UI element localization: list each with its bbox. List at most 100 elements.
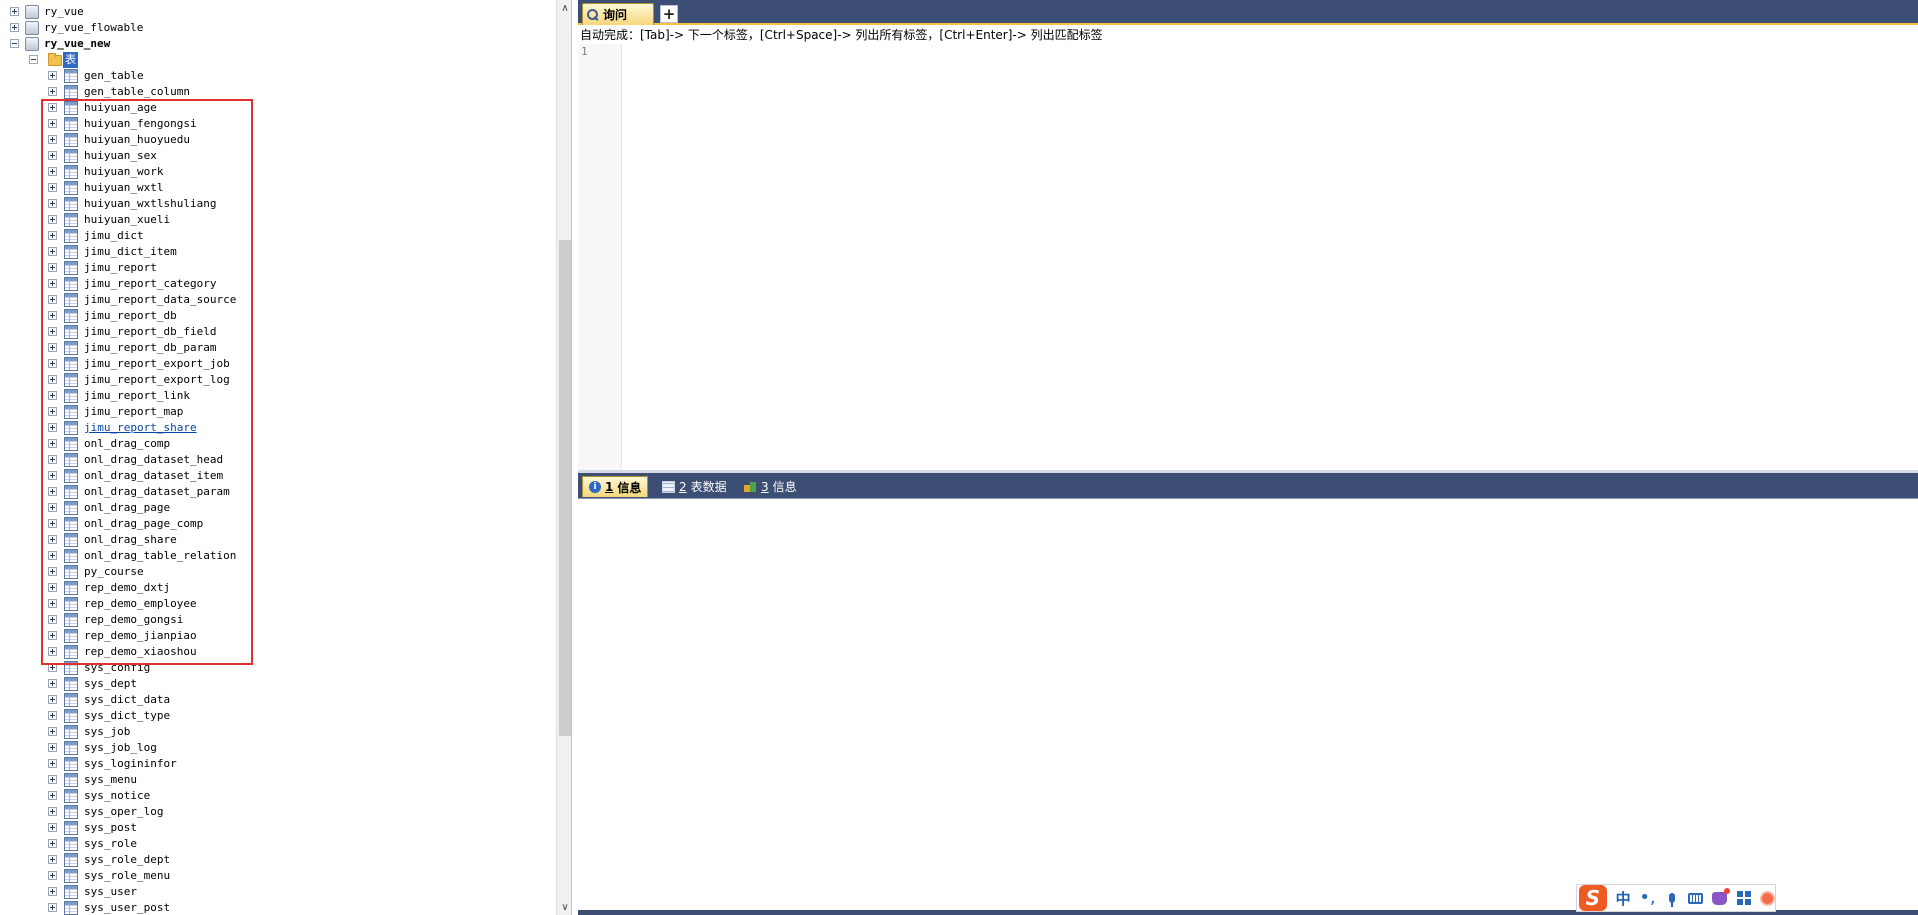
tree-table-item[interactable]: jimu_report_db_param [0, 340, 556, 356]
expand-icon[interactable] [48, 487, 57, 496]
collapse-icon[interactable] [29, 55, 38, 64]
expand-icon[interactable] [48, 567, 57, 576]
tab-query[interactable]: 询问 [582, 3, 654, 25]
tree-table-item[interactable]: huiyuan_wxtl [0, 180, 556, 196]
expand-icon[interactable] [48, 135, 57, 144]
tree-table-item[interactable]: sys_role [0, 836, 556, 852]
tree-table-item[interactable]: huiyuan_wxtlshuliang [0, 196, 556, 212]
sogou-logo-icon[interactable]: S [1579, 885, 1607, 911]
expand-icon[interactable] [48, 823, 57, 832]
tree-table-item[interactable]: onl_drag_table_relation [0, 548, 556, 564]
tree-table-item[interactable]: huiyuan_xueli [0, 212, 556, 228]
tree-table-item[interactable]: jimu_report_export_log [0, 372, 556, 388]
expand-icon[interactable] [48, 439, 57, 448]
sql-code-area[interactable] [623, 44, 1918, 470]
toolbox-grid-icon[interactable] [1736, 890, 1751, 906]
expand-icon[interactable] [48, 167, 57, 176]
expand-icon[interactable] [48, 695, 57, 704]
expand-icon[interactable] [48, 679, 57, 688]
expand-icon[interactable] [48, 71, 57, 80]
expand-icon[interactable] [48, 903, 57, 912]
expand-icon[interactable] [48, 215, 57, 224]
expand-icon[interactable] [48, 151, 57, 160]
expand-icon[interactable] [10, 23, 19, 32]
tree-table-item[interactable]: sys_dict_data [0, 692, 556, 708]
expand-icon[interactable] [48, 615, 57, 624]
tab-info-3[interactable]: 3 信息 [738, 476, 803, 497]
expand-icon[interactable] [48, 311, 57, 320]
expand-icon[interactable] [48, 455, 57, 464]
add-tab-button[interactable]: + [660, 5, 678, 23]
expand-icon[interactable] [48, 551, 57, 560]
tree-table-item[interactable]: rep_demo_gongsi [0, 612, 556, 628]
expand-icon[interactable] [48, 119, 57, 128]
emoji-face-icon[interactable] [1760, 890, 1775, 906]
tree-vertical-scrollbar[interactable]: ∧ ∨ [556, 0, 571, 915]
tree-table-item[interactable]: sys_dept [0, 676, 556, 692]
expand-icon[interactable] [48, 807, 57, 816]
tree-table-item[interactable]: sys_user_post [0, 900, 556, 915]
expand-icon[interactable] [48, 423, 57, 432]
tree-table-item[interactable]: jimu_report_category [0, 276, 556, 292]
tree-table-item[interactable]: sys_role_dept [0, 852, 556, 868]
expand-icon[interactable] [48, 295, 57, 304]
tree-table-item[interactable]: jimu_report_db [0, 308, 556, 324]
expand-icon[interactable] [48, 263, 57, 272]
expand-icon[interactable] [10, 7, 19, 16]
expand-icon[interactable] [48, 855, 57, 864]
tree-table-item[interactable]: rep_demo_jianpiao [0, 628, 556, 644]
tree-table-item[interactable]: jimu_report_map [0, 404, 556, 420]
tree-table-item[interactable]: jimu_dict [0, 228, 556, 244]
tree-table-item[interactable]: sys_user [0, 884, 556, 900]
tab-info-1[interactable]: i 1 信息 [582, 476, 649, 497]
keyboard-icon[interactable] [1688, 890, 1704, 906]
tree-table-item[interactable]: jimu_report_share [0, 420, 556, 436]
tree-table-item[interactable]: sys_oper_log [0, 804, 556, 820]
tree-table-item[interactable]: huiyuan_work [0, 164, 556, 180]
expand-icon[interactable] [48, 471, 57, 480]
tree-table-item[interactable]: jimu_dict_item [0, 244, 556, 260]
expand-icon[interactable] [48, 359, 57, 368]
tree-table-item[interactable]: jimu_report_export_job [0, 356, 556, 372]
expand-icon[interactable] [48, 247, 57, 256]
tree-table-item[interactable]: onl_drag_dataset_param [0, 484, 556, 500]
expand-icon[interactable] [48, 231, 57, 240]
expand-icon[interactable] [48, 391, 57, 400]
tree-database[interactable]: ry_vue_flowable [0, 20, 556, 36]
scroll-down-arrow-icon[interactable]: ∨ [557, 899, 571, 915]
tree-database[interactable]: ry_vue_new [0, 36, 556, 52]
tab-table-data[interactable]: 2 表数据 [656, 476, 733, 497]
expand-icon[interactable] [48, 887, 57, 896]
expand-icon[interactable] [48, 199, 57, 208]
tree-table-item[interactable]: sys_post [0, 820, 556, 836]
tree-table-item[interactable]: jimu_report [0, 260, 556, 276]
expand-icon[interactable] [48, 647, 57, 656]
expand-icon[interactable] [48, 583, 57, 592]
tree-table-item[interactable]: sys_dict_type [0, 708, 556, 724]
tree-table-item[interactable]: jimu_report_db_field [0, 324, 556, 340]
expand-icon[interactable] [48, 599, 57, 608]
tree-table-item[interactable]: onl_drag_comp [0, 436, 556, 452]
tree-table-item[interactable]: sys_role_menu [0, 868, 556, 884]
tree-table-item[interactable]: huiyuan_fengongsi [0, 116, 556, 132]
expand-icon[interactable] [48, 775, 57, 784]
expand-icon[interactable] [48, 711, 57, 720]
tree-table-item[interactable]: py_course [0, 564, 556, 580]
collapse-icon[interactable] [10, 39, 19, 48]
ime-language-toggle[interactable]: 中 [1616, 888, 1631, 909]
microphone-icon[interactable] [1665, 890, 1680, 907]
tree-table-item[interactable]: jimu_report_data_source [0, 292, 556, 308]
tree-database[interactable]: ry_vue [0, 4, 556, 20]
tree-table-item[interactable]: onl_drag_dataset_head [0, 452, 556, 468]
tree-table-item[interactable]: onl_drag_page [0, 500, 556, 516]
expand-icon[interactable] [48, 759, 57, 768]
expand-icon[interactable] [48, 327, 57, 336]
expand-icon[interactable] [48, 343, 57, 352]
skin-icon[interactable] [1712, 887, 1731, 906]
tree-table-item[interactable]: huiyuan_huoyuedu [0, 132, 556, 148]
tree-table-item[interactable]: rep_demo_employee [0, 596, 556, 612]
expand-icon[interactable] [48, 103, 57, 112]
expand-icon[interactable] [48, 535, 57, 544]
tree-table-item[interactable]: sys_logininfor [0, 756, 556, 772]
expand-icon[interactable] [48, 87, 57, 96]
